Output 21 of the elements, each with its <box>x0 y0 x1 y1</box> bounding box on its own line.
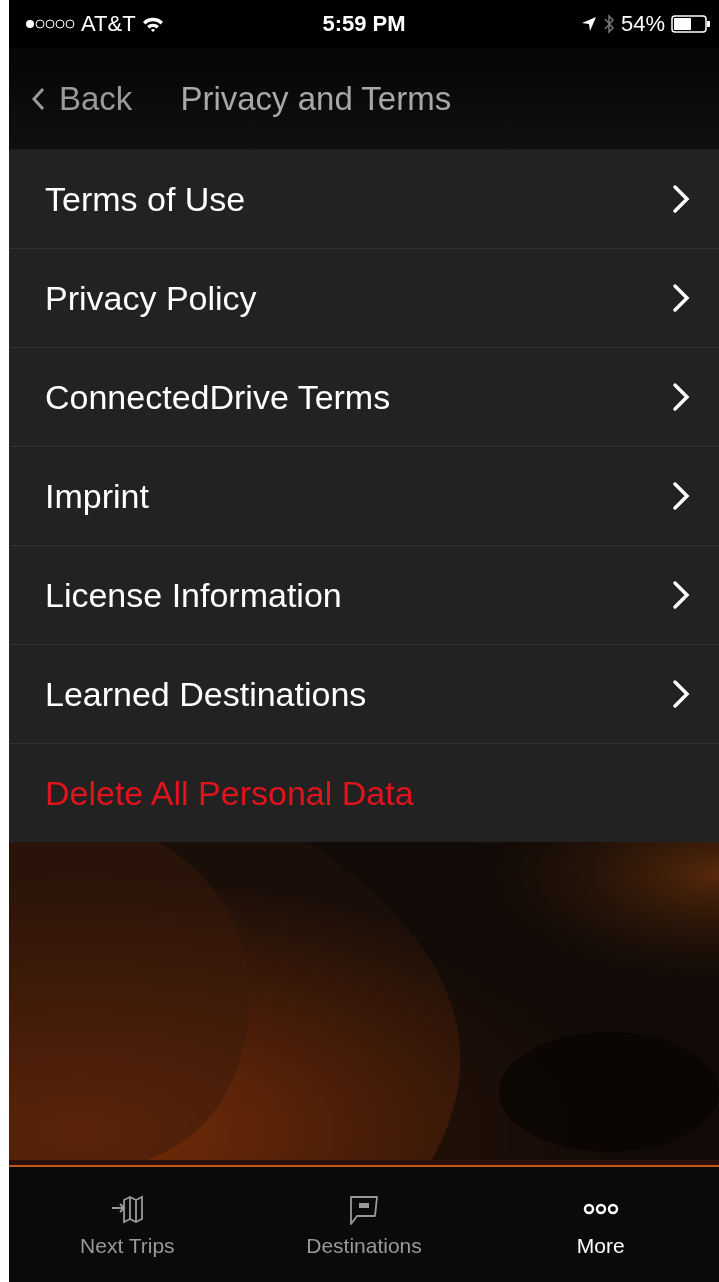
chevron-left-icon <box>31 86 45 111</box>
bluetooth-icon <box>602 14 615 34</box>
location-arrow-icon <box>580 16 597 32</box>
carrier-name: AT&T <box>81 11 136 37</box>
tab-item[interactable]: More <box>482 1167 719 1282</box>
screen-title: Privacy and Terms <box>180 79 452 118</box>
status-time: 5:59 PM <box>322 11 406 37</box>
chevron-right-icon <box>671 184 691 214</box>
more-dots-icon <box>582 1202 619 1215</box>
tab-item[interactable]: Next Trips <box>9 1167 246 1282</box>
chevron-right-icon <box>671 679 691 709</box>
chevron-right-icon <box>671 283 691 313</box>
wifi-icon <box>141 15 164 33</box>
battery-icon <box>671 15 711 33</box>
chevron-right-icon <box>671 580 691 610</box>
chevron-right-icon <box>671 481 691 511</box>
tab-item[interactable]: Destinations <box>245 1167 483 1282</box>
signal-icon <box>25 18 75 30</box>
chevron-right-icon <box>671 382 691 412</box>
battery-percent: 54% <box>620 11 665 37</box>
back-button[interactable]: Back <box>31 79 133 118</box>
